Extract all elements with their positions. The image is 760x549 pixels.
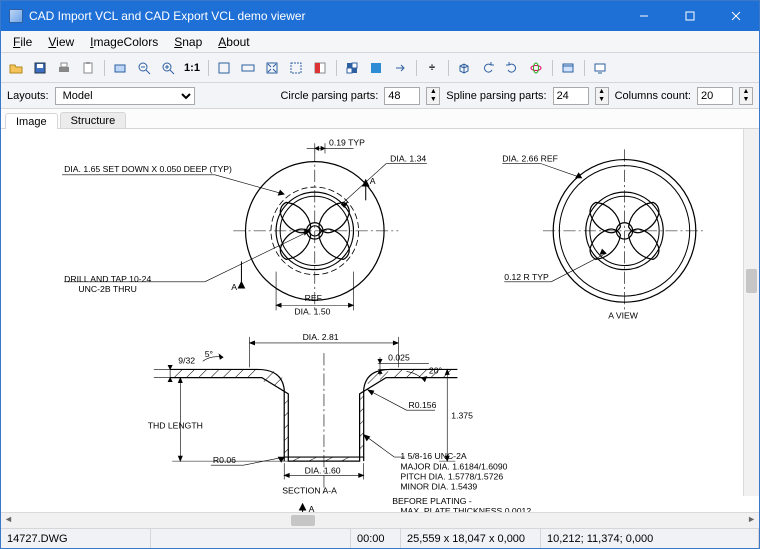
- menu-snap[interactable]: Snap: [166, 31, 210, 52]
- svg-text:0.025: 0.025: [388, 352, 410, 362]
- svg-text:MINOR DIA. 1.5439: MINOR DIA. 1.5439: [400, 482, 477, 492]
- dashed-rect-icon[interactable]: [285, 57, 307, 79]
- svg-text:UNC-2B THRU: UNC-2B THRU: [78, 284, 136, 294]
- svg-text:A: A: [309, 504, 315, 512]
- spline-parts-label: Spline parsing parts:: [446, 90, 546, 102]
- zoom-in-icon[interactable]: [157, 57, 179, 79]
- copy-clipboard-icon[interactable]: [77, 57, 99, 79]
- menu-imagecolors[interactable]: ImageColors: [82, 31, 166, 52]
- checker-icon[interactable]: [341, 57, 363, 79]
- svg-text:A: A: [231, 282, 237, 292]
- svg-text:DIA. 1.60: DIA. 1.60: [305, 465, 341, 475]
- app-icon: [9, 9, 23, 23]
- fit-selection-icon[interactable]: [261, 57, 283, 79]
- cube-icon[interactable]: [453, 57, 475, 79]
- status-file: 14727.DWG: [1, 529, 151, 548]
- columns-count-input[interactable]: [697, 87, 733, 105]
- svg-text:5°: 5°: [205, 349, 213, 359]
- toolbar: 1:1 ÷: [1, 53, 759, 83]
- tab-row: Image Structure: [1, 109, 759, 129]
- tab-image[interactable]: Image: [5, 113, 58, 129]
- rotate-right-icon[interactable]: [501, 57, 523, 79]
- fit-screen-icon[interactable]: [213, 57, 235, 79]
- columns-count-label: Columns count:: [615, 90, 691, 102]
- statusbar: 14727.DWG 00:00 25,559 x 18,047 x 0,000 …: [1, 528, 759, 548]
- status-empty: [151, 529, 351, 548]
- window-title: CAD Import VCL and CAD Export VCL demo v…: [29, 9, 621, 23]
- titlebar: CAD Import VCL and CAD Export VCL demo v…: [1, 1, 759, 31]
- svg-text:DIA. 2.81: DIA. 2.81: [303, 332, 339, 342]
- orbit-icon[interactable]: [525, 57, 547, 79]
- svg-text:A VIEW: A VIEW: [608, 310, 639, 320]
- actual-size-button[interactable]: 1:1: [181, 57, 203, 79]
- svg-text:DIA. 1.34: DIA. 1.34: [390, 154, 426, 164]
- two-color-square-icon[interactable]: [309, 57, 331, 79]
- save-to-clipboard-bmp-icon[interactable]: [109, 57, 131, 79]
- layouts-label: Layouts:: [7, 90, 49, 102]
- svg-text:R0.06: R0.06: [213, 455, 236, 465]
- drawing-canvas[interactable]: 0.19 TYP DIA. 1.34 A A: [1, 129, 759, 512]
- svg-text:A: A: [370, 176, 376, 186]
- columns-count-stepper[interactable]: ▲▼: [739, 87, 753, 105]
- spline-parts-input[interactable]: [553, 87, 589, 105]
- window-icon[interactable]: [557, 57, 579, 79]
- divide-button[interactable]: ÷: [421, 57, 443, 79]
- circle-parts-input[interactable]: [384, 87, 420, 105]
- svg-text:REF: REF: [305, 293, 322, 303]
- svg-text:DIA. 1.50: DIA. 1.50: [294, 306, 330, 316]
- svg-text:DIA. 1.65 SET DOWN X 0.050 DEE: DIA. 1.65 SET DOWN X 0.050 DEEP (TYP): [64, 164, 232, 174]
- svg-text:DIA. 2.66 REF: DIA. 2.66 REF: [502, 154, 558, 164]
- horizontal-scrollbar[interactable]: [1, 512, 759, 528]
- fit-width-icon[interactable]: [237, 57, 259, 79]
- blue-fill-icon[interactable]: [365, 57, 387, 79]
- svg-text:R0.156: R0.156: [409, 400, 437, 410]
- status-time: 00:00: [351, 529, 401, 548]
- svg-text:PITCH DIA. 1.5778/1.5726: PITCH DIA. 1.5778/1.5726: [400, 471, 503, 481]
- status-coords: 10,212; 11,374; 0,000: [541, 529, 759, 548]
- circle-parts-label: Circle parsing parts:: [280, 90, 378, 102]
- svg-text:DRILL AND TAP 10-24: DRILL AND TAP 10-24: [64, 274, 151, 284]
- circle-parts-stepper[interactable]: ▲▼: [426, 87, 440, 105]
- options-bar: Layouts: Model Circle parsing parts: ▲▼ …: [1, 83, 759, 109]
- app-window: CAD Import VCL and CAD Export VCL demo v…: [0, 0, 760, 549]
- close-button[interactable]: [713, 1, 759, 31]
- menu-about[interactable]: About: [210, 31, 257, 52]
- svg-text:20°: 20°: [429, 366, 442, 376]
- svg-text:1 5/8-16 UNC-2A: 1 5/8-16 UNC-2A: [400, 451, 467, 461]
- svg-text:THD LENGTH: THD LENGTH: [148, 421, 203, 431]
- tab-structure[interactable]: Structure: [60, 112, 127, 128]
- menubar: File View ImageColors Snap About: [1, 31, 759, 53]
- cad-drawing: 0.19 TYP DIA. 1.34 A A: [1, 129, 759, 512]
- print-icon[interactable]: [53, 57, 75, 79]
- status-dimensions: 25,559 x 18,047 x 0,000: [401, 529, 541, 548]
- svg-text:0.12 R TYP: 0.12 R TYP: [504, 272, 549, 282]
- rotate-left-icon[interactable]: [477, 57, 499, 79]
- svg-text:9/32: 9/32: [178, 355, 195, 365]
- svg-text:SECTION A-A: SECTION A-A: [282, 486, 337, 496]
- caption-buttons: [621, 1, 759, 31]
- vertical-scrollbar[interactable]: [743, 129, 759, 496]
- svg-text:0.19 TYP: 0.19 TYP: [329, 137, 365, 147]
- minimize-button[interactable]: [621, 1, 667, 31]
- zoom-out-icon[interactable]: [133, 57, 155, 79]
- spline-parts-stepper[interactable]: ▲▼: [595, 87, 609, 105]
- arrow-right-icon[interactable]: [389, 57, 411, 79]
- menu-file[interactable]: File: [5, 31, 40, 52]
- save-icon[interactable]: [29, 57, 51, 79]
- open-icon[interactable]: [5, 57, 27, 79]
- monitor-icon[interactable]: [589, 57, 611, 79]
- menu-view[interactable]: View: [40, 31, 82, 52]
- svg-text:BEFORE PLATING -: BEFORE PLATING -: [392, 496, 472, 506]
- svg-text:1.375: 1.375: [451, 410, 473, 420]
- layouts-select[interactable]: Model: [55, 87, 195, 105]
- svg-text:MAJOR DIA. 1.6184/1.6090: MAJOR DIA. 1.6184/1.6090: [400, 461, 507, 471]
- maximize-button[interactable]: [667, 1, 713, 31]
